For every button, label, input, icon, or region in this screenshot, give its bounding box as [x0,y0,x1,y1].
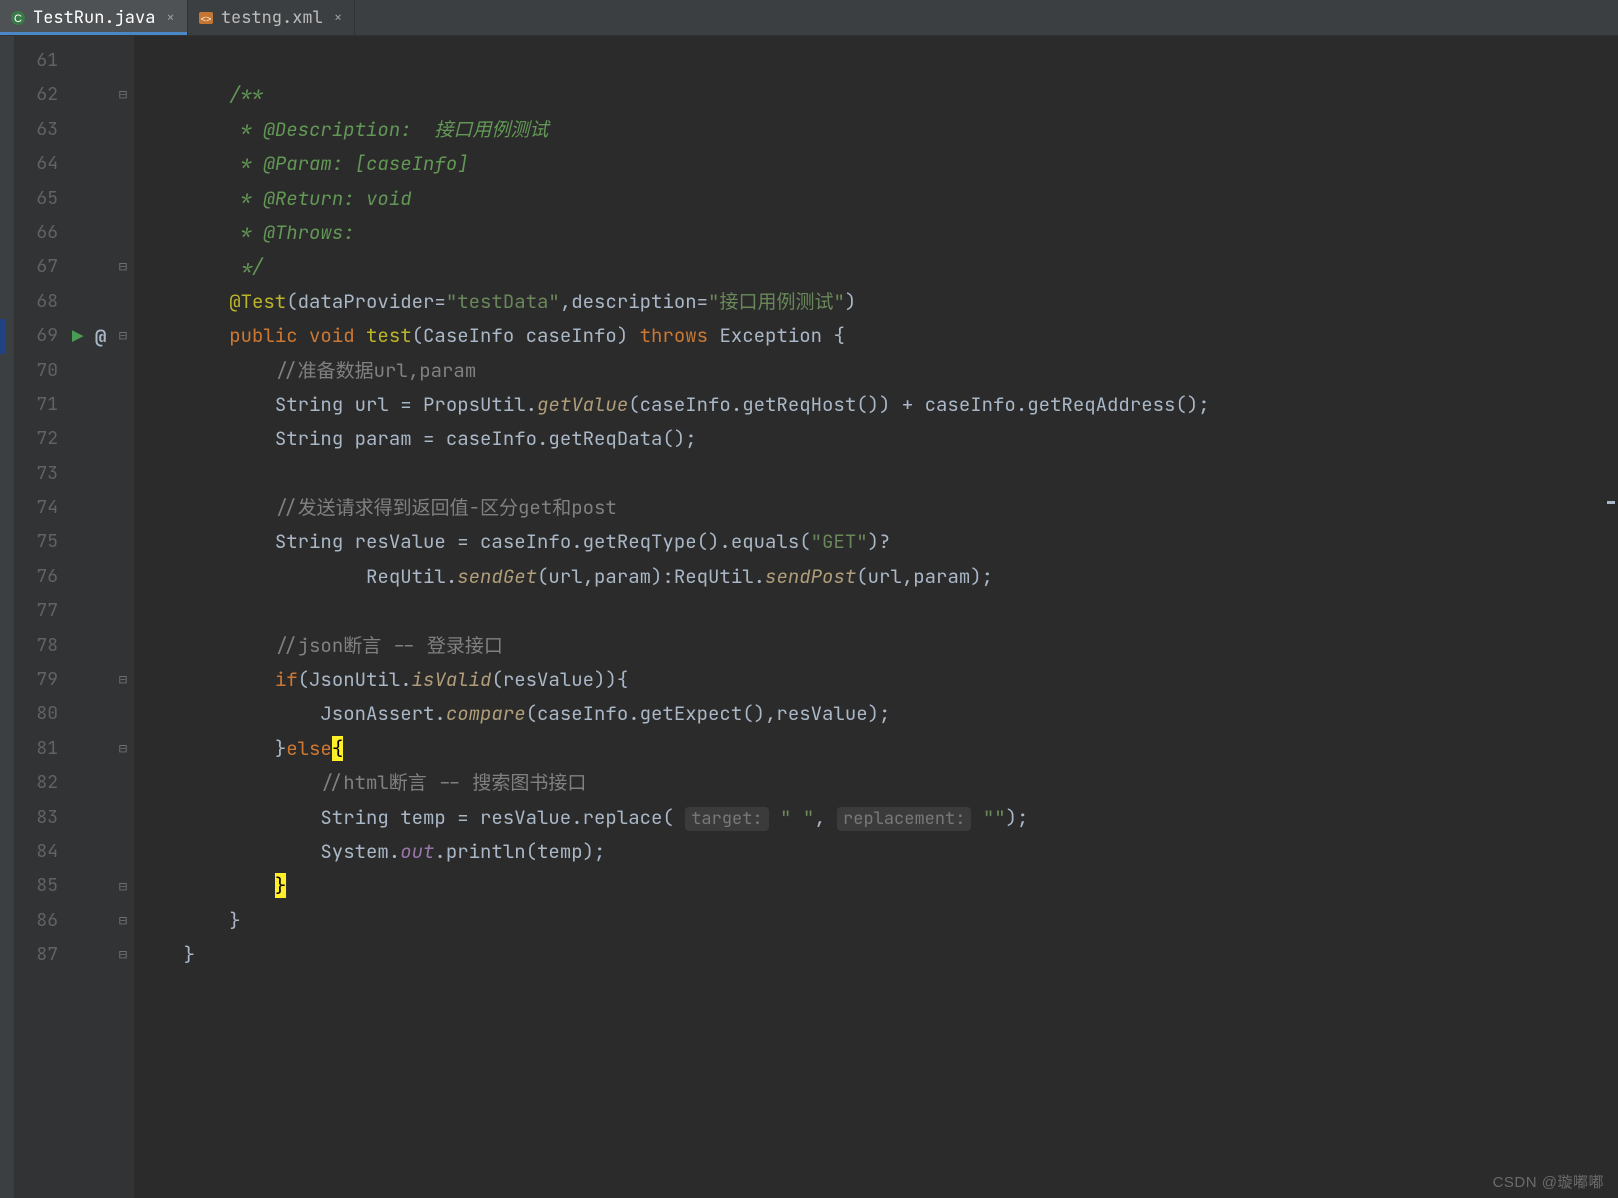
code-line[interactable]: //html断言 -- 搜索图书接口 [134,766,1604,800]
code-line[interactable]: String param = caseInfo.getReqData(); [134,422,1604,456]
line-number: 76 [14,560,70,594]
code-line[interactable]: */ [134,250,1604,284]
code-line[interactable]: }else{ [134,732,1604,766]
code-line[interactable]: } [134,938,1604,972]
line-number: 77 [14,594,70,628]
line-number: 70 [14,354,70,388]
fold-toggle-icon[interactable]: ⊟ [114,250,132,284]
line-number-gutter: 6162636465666768697071727374757677787980… [14,36,70,1198]
code-line[interactable]: String url = PropsUtil.getValue(caseInfo… [134,388,1604,422]
fold-toggle-icon[interactable]: ⊟ [114,870,132,904]
line-number: 72 [14,422,70,456]
run-gutter-icon[interactable]: ▶ [72,324,83,349]
code-line[interactable]: String temp = resValue.replace( target: … [134,801,1604,835]
line-number: 64 [14,147,70,181]
svg-text:C: C [14,13,22,25]
line-number: 83 [14,801,70,835]
line-number: 87 [14,938,70,972]
code-line[interactable]: //发送请求得到返回值-区分get和post [134,491,1604,525]
code-line[interactable]: * @Throws: [134,216,1604,250]
code-line[interactable] [134,457,1604,491]
code-line[interactable]: * @Param: [caseInfo] [134,147,1604,181]
line-number: 79 [14,663,70,697]
line-number: 61 [14,44,70,78]
left-tool-strip[interactable] [0,36,14,1198]
tab-label: TestRun.java [33,7,155,29]
line-number: 63 [14,113,70,147]
code-line[interactable]: if(JsonUtil.isValid(resValue)){ [134,663,1604,697]
line-number: 86 [14,904,70,938]
line-number: 66 [14,216,70,250]
fold-toggle-icon[interactable]: ⊟ [114,78,132,112]
annotation-gutter-icon: @ [95,324,106,349]
code-line[interactable]: ReqUtil.sendGet(url,param):ReqUtil.sendP… [134,560,1604,594]
line-number: 84 [14,835,70,869]
code-line[interactable]: } [134,869,1604,903]
java-class-icon: C [10,10,26,26]
tab-testng-xml[interactable]: <> testng.xml × [188,0,355,35]
code-line[interactable]: //json断言 -- 登录接口 [134,629,1604,663]
line-number: 71 [14,388,70,422]
line-number: 62 [14,78,70,112]
line-number: 78 [14,629,70,663]
annotation-gutter: ⊟⊟⊟▶ @⊟⊟⊟⊟⊟ [70,36,134,1198]
fold-toggle-icon[interactable]: ⊟ [114,732,132,766]
code-line[interactable]: * @Return: void [134,182,1604,216]
tab-testrun-java[interactable]: C TestRun.java × [0,0,188,35]
tab-label: testng.xml [221,7,323,29]
code-line[interactable]: //准备数据url,param [134,354,1604,388]
code-line[interactable]: public void test(CaseInfo caseInfo) thro… [134,319,1604,353]
code-line[interactable] [134,594,1604,628]
line-number: 74 [14,491,70,525]
line-number: 65 [14,182,70,216]
code-line[interactable]: /** [134,78,1604,112]
close-icon[interactable]: × [330,9,346,27]
line-number: 82 [14,766,70,800]
code-line[interactable]: String resValue = caseInfo.getReqType().… [134,525,1604,559]
editor: 6162636465666768697071727374757677787980… [0,36,1618,1198]
line-number: 67 [14,250,70,284]
code-line[interactable]: System.out.println(temp); [134,835,1604,869]
line-number: 75 [14,525,70,559]
code-line[interactable]: @Test(dataProvider="testData",descriptio… [134,285,1604,319]
code-area[interactable]: /** * @Description: 接口用例测试 * @Param: [ca… [134,36,1604,1198]
breakpoint-strip[interactable] [0,319,6,353]
editor-tabbar: C TestRun.java × <> testng.xml × [0,0,1618,36]
code-line[interactable]: } [134,904,1604,938]
close-icon[interactable]: × [162,9,178,27]
code-line[interactable] [134,44,1604,78]
fold-toggle-icon[interactable]: ⊟ [114,904,132,938]
line-number: 73 [14,457,70,491]
line-number: 80 [14,697,70,731]
scrollbar-marker-strip[interactable] [1604,36,1618,1198]
line-number: 81 [14,732,70,766]
line-number: 85 [14,869,70,903]
fold-toggle-icon[interactable]: ⊟ [114,938,132,972]
svg-text:<>: <> [201,14,212,24]
xml-file-icon: <> [198,10,214,26]
watermark-text: CSDN @璇嘟嘟 [1493,1171,1604,1192]
code-line[interactable]: JsonAssert.compare(caseInfo.getExpect(),… [134,697,1604,731]
code-line[interactable]: * @Description: 接口用例测试 [134,113,1604,147]
line-number: 68 [14,285,70,319]
line-number: 69 [14,319,70,353]
fold-toggle-icon[interactable]: ⊟ [114,663,132,697]
